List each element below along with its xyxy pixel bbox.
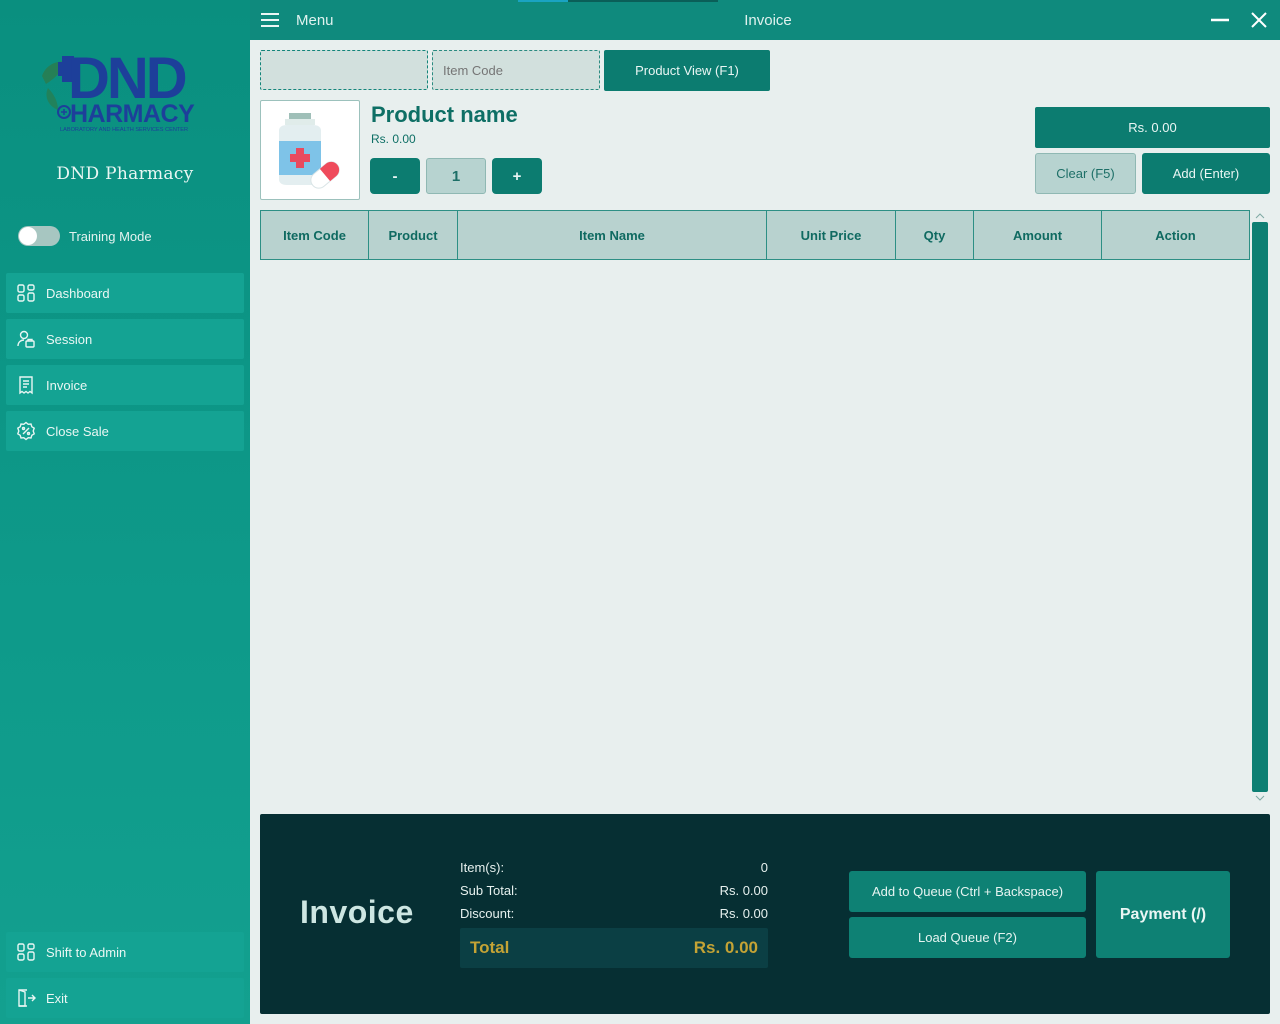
total-label: Total xyxy=(470,938,510,957)
title-bar-accent xyxy=(568,0,718,2)
discount-row: Discount: Rs. 0.00 xyxy=(460,906,768,921)
qty-decrement-button[interactable]: - xyxy=(370,158,420,194)
discount-value: Rs. 0.00 xyxy=(719,906,768,921)
discount-label: Discount: xyxy=(460,906,515,921)
column-header[interactable]: Amount xyxy=(974,211,1102,259)
user-session-icon xyxy=(16,329,36,349)
logo-tagline: LABORATORY AND HEALTH SERVICES CENTER xyxy=(60,127,188,133)
sidebar-item-invoice[interactable]: Invoice xyxy=(6,365,244,405)
training-mode-label: Training Mode xyxy=(69,228,152,244)
column-header[interactable]: Action xyxy=(1102,211,1249,259)
total-value: Rs. 0.00 xyxy=(693,938,758,957)
invoice-table-header: Item Code Product Item Name Unit Price Q… xyxy=(260,210,1250,260)
column-header[interactable]: Item Name xyxy=(458,211,767,259)
sidebar-item-shift-to-admin[interactable]: Shift to Admin xyxy=(6,932,244,972)
load-queue-button[interactable]: Load Queue (F2) xyxy=(849,917,1086,958)
qty-increment-button[interactable]: + xyxy=(492,158,542,194)
medicine-bottle-icon xyxy=(279,113,340,189)
product-view-button[interactable]: Product View (F1) xyxy=(604,50,770,91)
dashboard-grid-icon xyxy=(16,942,36,962)
minimize-icon[interactable] xyxy=(1210,10,1230,30)
add-button[interactable]: Add (Enter) xyxy=(1142,153,1270,194)
window-title: Invoice xyxy=(744,12,792,29)
sidebar-item-dashboard[interactable]: Dashboard xyxy=(6,273,244,313)
sidebar-item-label: Session xyxy=(46,331,93,347)
product-name: Product name xyxy=(371,102,518,127)
column-header[interactable]: Product xyxy=(369,211,458,259)
product-price: Rs. 0.00 xyxy=(371,132,416,146)
subtotal-value: Rs. 0.00 xyxy=(719,883,768,898)
close-icon[interactable] xyxy=(1249,10,1269,30)
summary-heading: Invoice xyxy=(300,894,414,930)
product-image xyxy=(260,100,360,200)
table-scrollbar-thumb[interactable] xyxy=(1252,222,1268,792)
sidebar-item-close-sale[interactable]: Close Sale xyxy=(6,411,244,451)
dashboard-grid-icon xyxy=(16,283,36,303)
sidebar-item-label: Shift to Admin xyxy=(46,944,127,960)
title-bar-accent xyxy=(518,0,568,2)
dnd-pharmacy-logo: DND HARMACY LABORATORY AND HEALTH SERVIC… xyxy=(42,46,196,133)
qty-input[interactable]: 1 xyxy=(426,158,486,194)
total-row: Total Rs. 0.00 xyxy=(460,928,768,968)
line-total-display: Rs. 0.00 xyxy=(1035,107,1270,148)
column-header[interactable]: Item Code xyxy=(261,211,369,259)
discount-badge-icon xyxy=(16,421,36,441)
training-mode: Training Mode xyxy=(18,226,152,246)
sidebar-item-session[interactable]: Session xyxy=(6,319,244,359)
sidebar-item-exit[interactable]: Exit xyxy=(6,978,244,1018)
items-count-row: Item(s): 0 xyxy=(460,860,768,875)
clear-button[interactable]: Clear (F5) xyxy=(1035,153,1136,194)
column-header[interactable]: Unit Price xyxy=(767,211,896,259)
sidebar-item-label: Exit xyxy=(46,990,68,1006)
exit-door-icon xyxy=(16,988,36,1008)
sidebar-item-label: Invoice xyxy=(46,377,88,393)
barcode-input[interactable] xyxy=(260,50,428,90)
add-to-queue-button[interactable]: Add to Queue (Ctrl + Backspace) xyxy=(849,871,1086,912)
receipt-icon xyxy=(16,375,36,395)
brand-name: DND Pharmacy xyxy=(56,164,194,184)
sidebar-item-label: Close Sale xyxy=(46,423,109,439)
payment-button[interactable]: Payment (/) xyxy=(1096,871,1230,958)
subtotal-row: Sub Total: Rs. 0.00 xyxy=(460,883,768,898)
subtotal-label: Sub Total: xyxy=(460,883,518,898)
training-mode-toggle[interactable] xyxy=(18,226,60,246)
sidebar: DND HARMACY LABORATORY AND HEALTH SERVIC… xyxy=(0,0,250,1024)
items-value: 0 xyxy=(760,860,768,875)
item-code-input[interactable] xyxy=(432,50,600,90)
title-bar: Menu Invoice xyxy=(250,0,1280,40)
sidebar-item-label: Dashboard xyxy=(46,285,110,301)
items-label: Item(s): xyxy=(460,860,505,875)
column-header[interactable]: Qty xyxy=(896,211,974,259)
logo-sub-text: HARMACY xyxy=(70,100,195,128)
